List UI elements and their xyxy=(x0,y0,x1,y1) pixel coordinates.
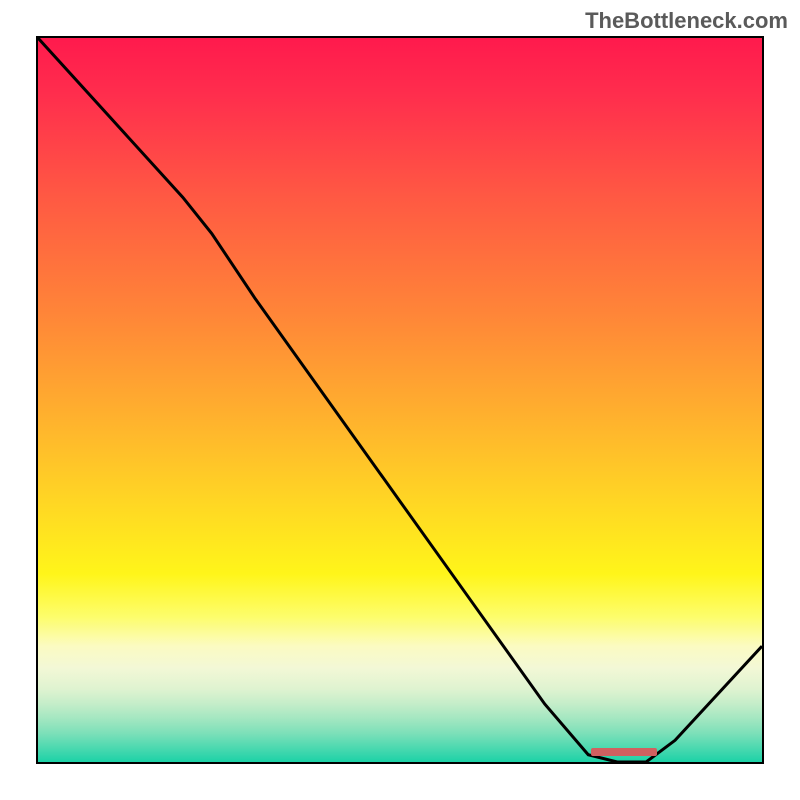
chart-plot-area xyxy=(36,36,764,764)
curve-svg xyxy=(38,38,762,762)
watermark-label: TheBottleneck.com xyxy=(585,8,788,34)
bottleneck-curve-path xyxy=(38,38,762,762)
minimum-marker xyxy=(591,748,657,756)
